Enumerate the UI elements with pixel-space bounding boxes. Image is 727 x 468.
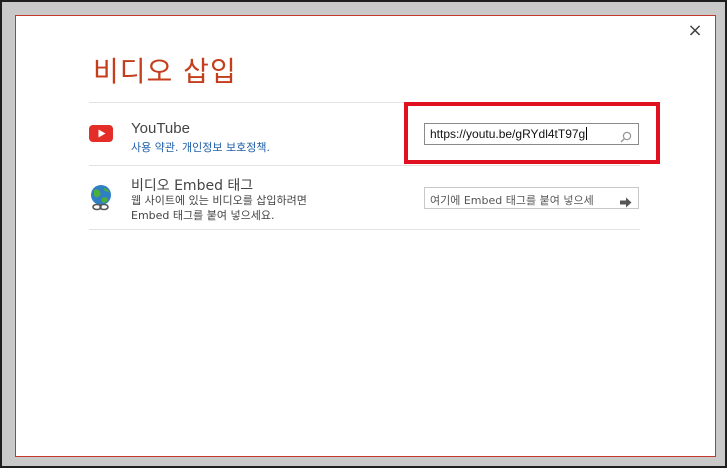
youtube-title: YouTube: [131, 120, 190, 137]
terms-of-use-link[interactable]: 사용 약관: [131, 141, 175, 154]
privacy-policy-link[interactable]: 개인정보 보호정책: [182, 141, 266, 154]
search-icon[interactable]: [620, 128, 632, 143]
globe-link-icon: [89, 184, 115, 216]
embed-input-placeholder: 여기에 Embed 태그를 붙여 넣으세: [430, 194, 594, 207]
arrow-right-icon[interactable]: [620, 193, 632, 208]
link-end: .: [266, 141, 270, 154]
embed-title: 비디오 Embed 태그: [131, 178, 254, 194]
window-frame: × 비디오 삽입 YouTube 사용 약관. 개인정보 보호정책. 비디오 E…: [0, 0, 727, 468]
youtube-links: 사용 약관. 개인정보 보호정책.: [131, 139, 270, 155]
embed-tag-input[interactable]: 여기에 Embed 태그를 붙여 넣으세: [424, 187, 639, 209]
youtube-search-input[interactable]: https://youtu.be/gRYdl4tT97g: [424, 123, 639, 145]
close-button[interactable]: ×: [686, 22, 704, 40]
dialog-title: 비디오 삽입: [93, 55, 237, 88]
embed-description: 웹 사이트에 있는 비디오를 삽입하려면 Embed 태그를 붙여 넣으세요.: [131, 194, 307, 222]
youtube-input-value: https://youtu.be/gRYdl4tT97g: [430, 127, 588, 141]
insert-video-dialog: × 비디오 삽입 YouTube 사용 약관. 개인정보 보호정책. 비디오 E…: [15, 15, 716, 457]
youtube-icon: [89, 125, 113, 146]
link-separator: .: [174, 141, 182, 154]
